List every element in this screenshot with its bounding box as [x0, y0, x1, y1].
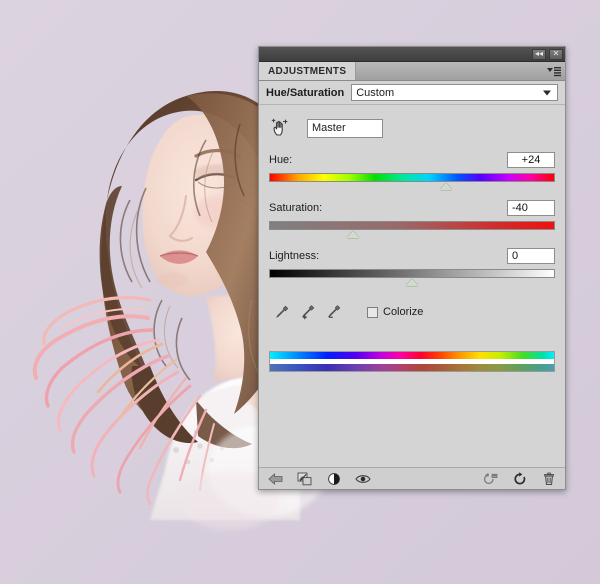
slider-lightness-header: Lightness: 0	[269, 247, 555, 264]
slider-hue-track[interactable]	[269, 173, 555, 182]
panel-titlebar: ◂◂ ✕	[259, 47, 565, 62]
return-to-adjustment-list-icon[interactable]	[267, 470, 284, 487]
eyedropper-subtract-icon[interactable]	[321, 301, 347, 323]
slider-saturation-value[interactable]: -40	[507, 199, 555, 216]
preset-row: Hue/Saturation Custom	[259, 81, 565, 105]
reset-icon[interactable]	[511, 470, 528, 487]
slider-saturation-label: Saturation:	[269, 201, 323, 214]
on-image-adjust-hand-icon[interactable]	[269, 117, 291, 139]
slider-lightness-track[interactable]	[269, 269, 555, 278]
adjustments-panel: ◂◂ ✕ ADJUSTMENTS Hue/Saturation Custom M…	[258, 46, 566, 490]
eyedropper-row: Colorize	[269, 301, 555, 323]
slider-hue-track-wrap[interactable]	[269, 173, 555, 190]
eye-icon[interactable]	[354, 470, 371, 487]
slider-lightness-label: Lightness:	[269, 249, 320, 262]
channel-value: Master	[312, 122, 346, 134]
slider-hue-header: Hue: +24	[269, 151, 555, 168]
tab-row-filler	[356, 62, 543, 80]
eyedropper-sample-icon[interactable]	[269, 301, 295, 323]
chevron-down-icon	[543, 90, 551, 95]
colorize-label: Colorize	[383, 306, 424, 318]
close-panel-button[interactable]: ✕	[549, 48, 563, 60]
adjustment-type-label: Hue/Saturation	[266, 86, 345, 99]
preset-value: Custom	[356, 86, 395, 99]
colorize-control[interactable]: Colorize	[367, 306, 423, 318]
slider-saturation: Saturation: -40	[269, 199, 555, 238]
channel-dropdown[interactable]: Master	[307, 118, 383, 138]
slider-hue-thumb[interactable]	[439, 183, 452, 190]
slider-lightness: Lightness: 0	[269, 247, 555, 286]
toggle-layer-visibility-bw-icon[interactable]	[325, 470, 342, 487]
previous-state-icon[interactable]	[482, 470, 499, 487]
panel-toolbar	[259, 467, 565, 489]
delete-icon[interactable]	[540, 470, 557, 487]
slider-saturation-thumb[interactable]	[347, 231, 360, 238]
spectrum-bar-original	[269, 351, 555, 359]
clip-to-layer-icon[interactable]	[296, 470, 313, 487]
panel-body: Master Hue: +24 Saturation: -40 Lightnes…	[259, 105, 565, 467]
slider-hue: Hue: +24	[269, 151, 555, 190]
spectrum-bars	[269, 351, 555, 372]
slider-saturation-track-wrap[interactable]	[269, 221, 555, 238]
slider-saturation-header: Saturation: -40	[269, 199, 555, 216]
slider-saturation-track[interactable]	[269, 221, 555, 230]
collapse-panel-button[interactable]: ◂◂	[532, 48, 546, 60]
slider-hue-label: Hue:	[269, 153, 293, 166]
panel-menu-icon[interactable]	[543, 62, 565, 80]
tab-adjustments[interactable]: ADJUSTMENTS	[259, 62, 357, 80]
slider-lightness-thumb[interactable]	[406, 279, 418, 286]
preset-dropdown[interactable]: Custom	[351, 84, 558, 101]
slider-lightness-track-wrap[interactable]	[269, 269, 555, 286]
spectrum-bar-adjusted	[269, 364, 555, 372]
colorize-checkbox[interactable]	[367, 306, 378, 318]
slider-hue-value[interactable]: +24	[507, 151, 555, 168]
panel-tab-row: ADJUSTMENTS	[259, 62, 565, 81]
channel-row: Master	[269, 115, 555, 141]
eyedropper-add-icon[interactable]	[295, 301, 321, 323]
slider-lightness-value[interactable]: 0	[507, 247, 555, 264]
